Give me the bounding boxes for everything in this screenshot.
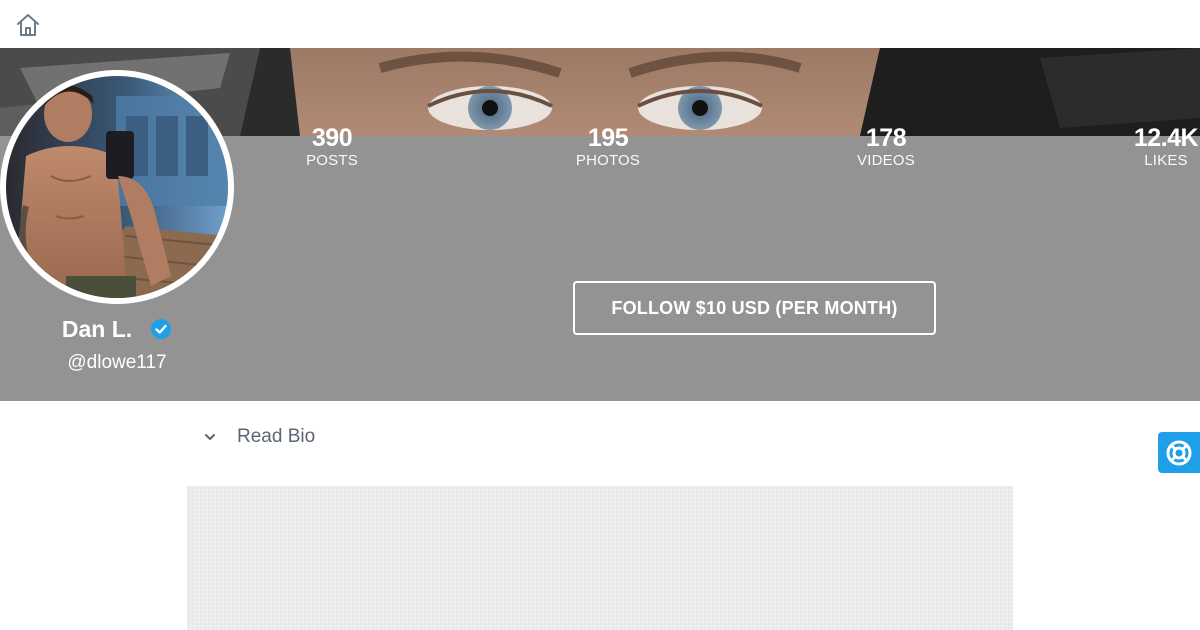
stat-photos-label: PHOTOS xyxy=(575,152,641,169)
lifebuoy-icon xyxy=(1166,440,1192,465)
stat-photos[interactable]: 195 PHOTOS xyxy=(576,124,640,170)
avatar[interactable] xyxy=(0,70,234,304)
read-bio-toggle[interactable]: Read Bio xyxy=(200,424,315,450)
stat-videos-value: 178 xyxy=(865,124,907,152)
stat-posts-label: POSTS xyxy=(306,152,358,169)
stat-photos-value: 195 xyxy=(587,124,629,152)
verified-badge-icon xyxy=(150,318,172,346)
follow-button[interactable]: FOLLOW $10 USD (PER MONTH) xyxy=(573,281,936,335)
avatar-photo xyxy=(6,76,228,298)
content-placeholder xyxy=(187,486,1013,630)
stat-posts[interactable]: 390 POSTS xyxy=(306,124,358,170)
top-bar xyxy=(0,0,1200,48)
help-button[interactable] xyxy=(1158,432,1200,473)
profile-name: Dan L. xyxy=(61,316,133,342)
stat-posts-value: 390 xyxy=(311,124,353,152)
profile-handle: @dlowe117 xyxy=(67,352,167,373)
home-button[interactable] xyxy=(12,10,44,40)
stat-likes[interactable]: 12.4K LIKES xyxy=(1133,124,1199,170)
home-icon xyxy=(17,14,39,36)
stat-likes-value: 12.4K xyxy=(1133,124,1199,152)
read-bio-label: Read Bio xyxy=(237,426,316,447)
profile-name-row: Dan L. xyxy=(0,316,234,346)
stat-videos[interactable]: 178 VIDEOS xyxy=(857,124,915,170)
chevron-down-icon xyxy=(205,434,215,440)
stat-videos-label: VIDEOS xyxy=(857,152,915,169)
stat-likes-label: LIKES xyxy=(1144,152,1188,169)
